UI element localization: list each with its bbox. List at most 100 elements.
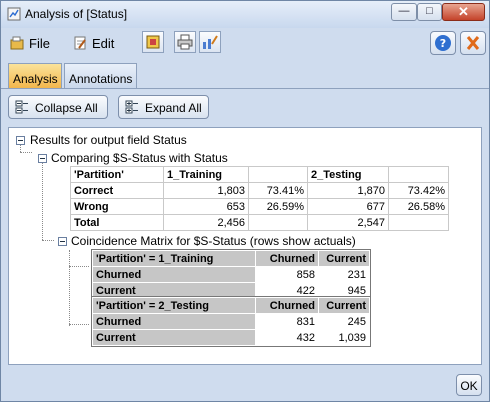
- table-cell: 245: [318, 313, 370, 330]
- tree-connector: [20, 144, 21, 152]
- help-icon: ?: [435, 35, 451, 51]
- table-header-cell: 'Partition' = 2_Testing: [92, 297, 256, 314]
- menu-edit[interactable]: Edit: [73, 36, 114, 51]
- close-x-icon: [466, 36, 480, 50]
- svg-text:?: ?: [440, 37, 446, 50]
- app-icon: [7, 7, 21, 21]
- table-header-cell: [388, 166, 449, 183]
- table-header-row: 'Partition' 1_Training 2_Testing: [70, 166, 449, 183]
- title-bar: Analysis of [Status] — □ ✕: [1, 1, 489, 28]
- table-cell: 432: [255, 329, 319, 346]
- table-row-header: Current: [92, 329, 256, 346]
- table-row: Churned 858 231: [92, 266, 370, 283]
- help-button[interactable]: ?: [430, 31, 456, 55]
- table-cell: 73.41%: [248, 182, 308, 199]
- tree-connector: [69, 266, 89, 267]
- collapse-all-label: Collapse All: [35, 101, 98, 115]
- table-cell: Wrong: [70, 198, 164, 215]
- table-header-cell: 'Partition' = 1_Training: [92, 250, 256, 267]
- table-cell: 2,547: [307, 214, 389, 231]
- table-header-cell: [248, 166, 308, 183]
- table-cell: 73.42%: [388, 182, 449, 199]
- table-row: Churned 831 245: [92, 313, 370, 330]
- close-button[interactable]: ✕: [442, 3, 485, 21]
- minimize-button[interactable]: —: [391, 3, 417, 21]
- root-collapse-toggle[interactable]: [16, 136, 25, 145]
- table-row: Correct 1,803 73.41% 1,870 73.42%: [70, 182, 449, 199]
- generate-icon: [146, 35, 160, 49]
- tree-connector: [42, 240, 54, 241]
- comparing-collapse-toggle[interactable]: [38, 154, 47, 163]
- tree-connector: [69, 250, 70, 326]
- maximize-button[interactable]: □: [417, 3, 442, 21]
- table-cell: [248, 214, 308, 231]
- export-icon: [203, 35, 218, 49]
- close-dialog-button[interactable]: [460, 31, 486, 55]
- table-cell: 231: [318, 266, 370, 283]
- generate-button[interactable]: [142, 31, 164, 53]
- table-cell: Correct: [70, 182, 164, 199]
- table-header-cell: 'Partition': [70, 166, 164, 183]
- table-cell: 677: [307, 198, 389, 215]
- table-row-header: Churned: [92, 266, 256, 283]
- coincidence-matrix-training: 'Partition' = 1_Training Churned Current…: [91, 249, 371, 300]
- table-row-header: Churned: [92, 313, 256, 330]
- expand-all-button[interactable]: Expand All: [118, 95, 209, 119]
- table-header-cell: 1_Training: [163, 166, 249, 183]
- coincidence-collapse-toggle[interactable]: [58, 237, 67, 246]
- tab-analysis-label: Analysis: [13, 72, 58, 86]
- menu-edit-label: Edit: [92, 36, 115, 51]
- table-cell: 1,870: [307, 182, 389, 199]
- table-header-cell: Current: [318, 250, 370, 267]
- file-menu-icon: [10, 36, 24, 50]
- expand-all-label: Expand All: [145, 101, 202, 115]
- table-header-row: 'Partition' = 1_Training Churned Current: [92, 250, 370, 267]
- table-cell: 26.59%: [248, 198, 308, 215]
- minimize-icon: —: [398, 5, 410, 17]
- coincidence-matrix-testing: 'Partition' = 2_Testing Churned Current …: [91, 296, 371, 347]
- comparison-table: 'Partition' 1_Training 2_Testing Correct…: [70, 166, 449, 231]
- table-cell: 831: [255, 313, 319, 330]
- table-row: Current 432 1,039: [92, 329, 370, 346]
- edit-menu-icon: [74, 36, 86, 50]
- close-icon: ✕: [458, 4, 469, 19]
- table-cell: 858: [255, 266, 319, 283]
- tree-connector: [69, 324, 89, 325]
- tree-connector: [42, 162, 43, 240]
- table-cell: 2,456: [163, 214, 249, 231]
- tree-toolbar: Collapse All Expand All: [1, 89, 489, 125]
- print-button[interactable]: [174, 31, 196, 53]
- table-header-cell: Churned: [255, 250, 319, 267]
- window-title: Analysis of [Status]: [25, 7, 128, 21]
- table-row: Wrong 653 26.59% 677 26.58%: [70, 198, 449, 215]
- table-row: Total 2,456 2,547: [70, 214, 449, 231]
- table-cell: Total: [70, 214, 164, 231]
- table-cell: 26.58%: [388, 198, 449, 215]
- ok-button[interactable]: OK: [456, 374, 482, 396]
- tab-strip: Analysis Annotations: [1, 60, 489, 89]
- analysis-window: Analysis of [Status] — □ ✕ File Edit ? A…: [0, 0, 490, 402]
- table-cell: 653: [163, 198, 249, 215]
- menu-file[interactable]: File: [10, 36, 50, 51]
- collapse-all-button[interactable]: Collapse All: [8, 95, 108, 119]
- table-cell: 1,803: [163, 182, 249, 199]
- tree-connector: [20, 152, 32, 153]
- table-header-row: 'Partition' = 2_Testing Churned Current: [92, 297, 370, 314]
- export-button[interactable]: [199, 31, 221, 53]
- tree-comparing-label: Comparing $S-Status with Status: [51, 151, 228, 165]
- table-header-cell: Current: [318, 297, 370, 314]
- printer-icon: [177, 34, 193, 50]
- ok-label: OK: [460, 379, 478, 393]
- table-header-cell: 2_Testing: [307, 166, 389, 183]
- menu-file-label: File: [29, 36, 50, 51]
- table-cell: [388, 214, 449, 231]
- table-header-cell: Churned: [255, 297, 319, 314]
- tab-annotations[interactable]: Annotations: [64, 63, 137, 88]
- collapse-all-icon: [15, 100, 28, 114]
- results-tree: Results for output field Status Comparin…: [8, 127, 482, 365]
- menu-bar: File Edit ?: [1, 28, 489, 60]
- expand-all-icon: [125, 100, 138, 114]
- tree-root-label: Results for output field Status: [30, 133, 187, 147]
- table-cell: 1,039: [318, 329, 370, 346]
- tab-analysis[interactable]: Analysis: [8, 63, 62, 88]
